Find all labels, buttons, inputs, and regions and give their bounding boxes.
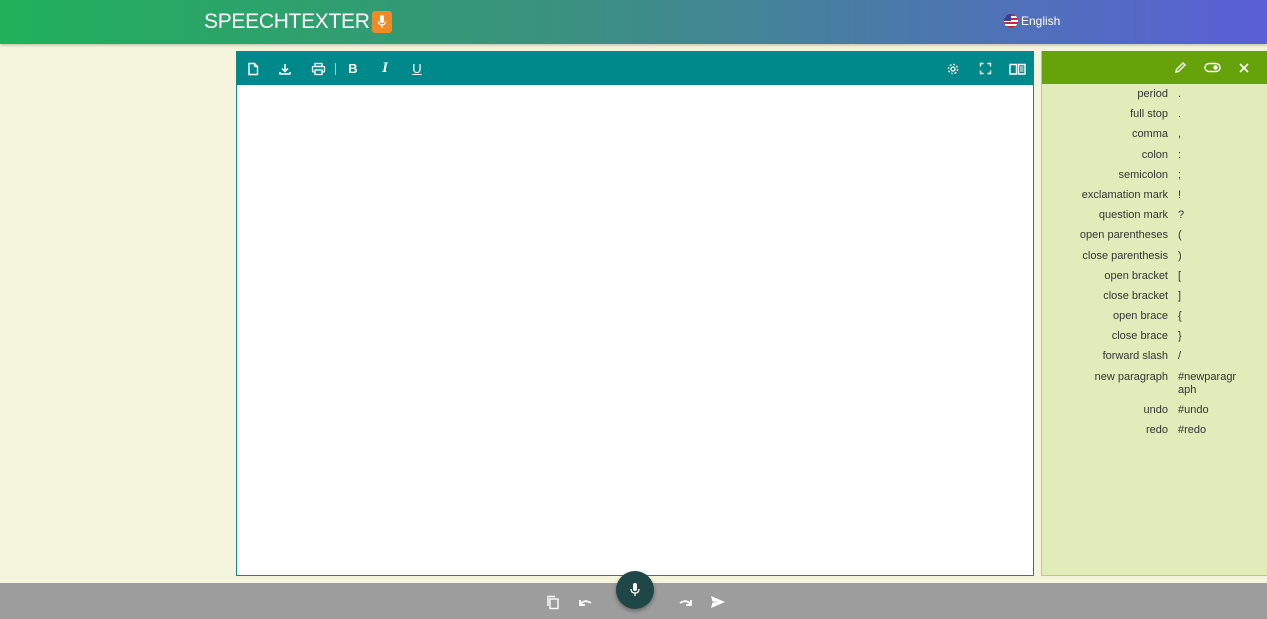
edit-icon [1174,62,1186,73]
language-selector[interactable]: English [1004,14,1060,28]
command-value: ! [1178,188,1182,201]
command-name: close parenthesis [1082,249,1168,262]
bold-icon: B [348,61,358,76]
copy-icon [547,595,559,609]
command-value: ] [1178,289,1182,302]
command-value: [ [1178,269,1182,282]
command-row: exclamation mark! [1042,189,1267,202]
close-icon [1239,62,1249,73]
command-name: question mark [1098,209,1168,222]
toggle-commands-button[interactable] [1200,51,1224,84]
command-value: . [1178,88,1182,100]
microphone-button[interactable] [616,571,654,609]
command-row: period. [1042,88,1267,101]
command-row: open parentheses ( [1042,229,1267,242]
italic-icon: I [382,60,388,76]
print-icon [311,62,325,75]
command-value: . [1178,108,1182,121]
italic-button[interactable]: I [373,52,397,85]
command-value: ) [1178,249,1182,262]
command-name: exclamation mark [1081,188,1168,201]
toolbar-divider [335,63,336,75]
command-value: #redo [1178,424,1207,436]
command-value: ? [1178,209,1185,222]
editor-toolbar: B I U [237,52,1033,85]
command-value: ; [1178,168,1182,181]
close-panel-button[interactable] [1232,51,1256,84]
app-header: SPEECHTEXTER English [0,0,1267,44]
fullscreen-button[interactable] [973,52,997,85]
redo-button[interactable] [674,592,696,612]
command-value: : [1178,148,1182,161]
logo-text: SPEECHTEXTER [204,10,370,33]
language-label: English [1021,14,1061,28]
command-name: comma [1131,128,1168,141]
command-name: forward slash [1102,350,1168,363]
command-row: close parenthesis) [1042,250,1267,263]
send-button[interactable] [707,592,729,612]
editor-panel: B I U [236,51,1034,576]
command-row: full stop. [1042,108,1267,121]
microphone-icon [630,583,640,596]
command-row: question mark? [1042,209,1267,222]
edit-commands-button[interactable] [1168,51,1192,84]
command-value: #undo [1178,403,1209,416]
command-value: { [1178,310,1182,323]
command-row: open bracket [ [1042,270,1267,283]
toggle-icon [1203,62,1221,73]
command-row: open brace { [1042,310,1267,323]
logo[interactable]: SPEECHTEXTER [204,10,392,34]
command-row: colon: [1042,149,1267,162]
us-flag-icon [1004,14,1018,28]
editor-text-area[interactable] [237,85,1033,575]
command-value: , [1178,128,1182,141]
command-row: redo #redo [1042,424,1267,437]
command-list: period. full stop. comma, colon: semicolon; e… [1042,88,1267,444]
new-document-icon [248,62,259,75]
undo-icon [579,600,592,606]
command-row: comma, [1042,128,1267,141]
command-row: new paragraph #newparagraph [1042,371,1267,397]
bold-button[interactable]: B [341,52,365,85]
undo-button[interactable] [575,592,597,612]
command-row: undo #undo [1042,404,1267,417]
command-name: semicolon [1118,168,1168,181]
command-name: full stop [1130,108,1168,121]
download-button[interactable] [273,52,297,85]
command-name: close bracket [1103,289,1168,302]
panel-header [1042,51,1267,84]
command-name: new paragraph [1094,370,1168,383]
copy-button[interactable] [542,592,564,612]
command-value: / [1178,350,1182,363]
redo-icon [679,600,692,606]
command-name: redo [1145,424,1168,436]
print-button[interactable] [306,52,330,85]
logo-microphone-icon [371,11,392,33]
reading-mode-icon [1008,63,1026,75]
command-value: ( [1178,229,1182,242]
reading-mode-button[interactable] [1005,52,1029,85]
command-row: forward slash / [1042,350,1267,363]
new-document-button[interactable] [241,52,265,85]
command-name: open brace [1112,310,1168,323]
underline-button[interactable]: U [405,52,429,85]
underline-icon: U [412,61,422,76]
command-name: undo [1143,403,1168,416]
command-name: close brace [1111,330,1168,343]
command-name: period [1137,88,1168,100]
voice-commands-panel: period. full stop. comma, colon: semicolon; e… [1041,51,1267,576]
send-icon [711,596,725,608]
command-value: } [1178,330,1182,343]
command-row: close bracket] [1042,290,1267,303]
download-icon [279,63,291,75]
fullscreen-icon [979,62,991,75]
command-name: open parentheses [1079,229,1168,242]
command-name: colon [1141,148,1168,161]
command-row: close brace} [1042,330,1267,343]
command-name: open bracket [1104,269,1168,282]
command-row: semicolon; [1042,169,1267,182]
settings-button[interactable] [941,52,965,85]
command-value: #newparagraph [1178,370,1237,396]
settings-icon [947,63,959,74]
